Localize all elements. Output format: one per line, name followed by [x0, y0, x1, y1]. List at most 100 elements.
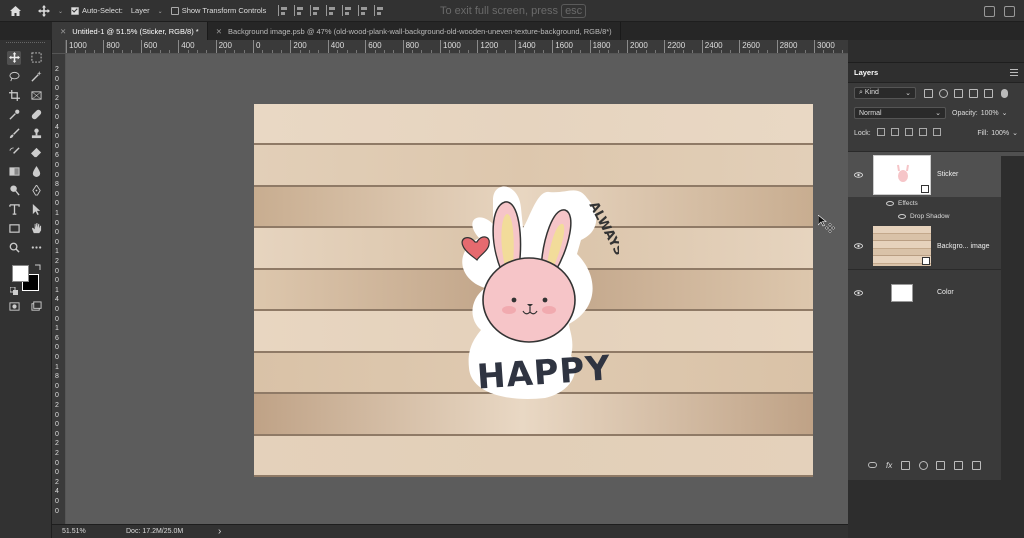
ruler-minor-tick	[94, 50, 96, 53]
foreground-color-swatch[interactable]	[12, 265, 29, 282]
tab-background-image[interactable]: ✕ Background image.psb @ 47% (old-wood-p…	[208, 22, 621, 40]
status-menu-arrow[interactable]: ›	[218, 526, 221, 537]
dodge-tool[interactable]	[7, 184, 21, 198]
path-selection-tool[interactable]	[30, 203, 44, 217]
vertical-ruler[interactable]: 2002004006008001000120014001600180020002…	[52, 54, 66, 524]
screen-mode-button[interactable]	[30, 300, 44, 314]
layers-panel-title[interactable]: Layers	[854, 68, 878, 77]
layer-name[interactable]: Color	[937, 289, 954, 296]
layer-effects-row[interactable]: Effects	[848, 197, 1024, 210]
chevron-down-icon[interactable]: ⌄	[1012, 129, 1018, 137]
layer-name[interactable]: Sticker	[937, 171, 958, 178]
more-tools[interactable]	[30, 241, 44, 255]
layer-color[interactable]: Color	[848, 269, 1024, 315]
type-filter-icon[interactable]	[954, 88, 963, 98]
show-transform-checkbox[interactable]: Show Transform Controls	[170, 6, 266, 15]
type-tool[interactable]	[7, 203, 21, 217]
eraser-tool[interactable]	[30, 146, 44, 160]
adjustment-layer-icon[interactable]	[918, 460, 928, 470]
blend-mode-select[interactable]: Normal ⌄	[854, 107, 946, 119]
lock-artboard-icon[interactable]	[918, 128, 927, 136]
eyedropper-tool[interactable]	[7, 108, 21, 122]
bunny-sticker[interactable]: ALWAYS HAPPY	[449, 180, 619, 405]
align-bottom-icon[interactable]	[358, 5, 369, 16]
visibility-eye-icon[interactable]	[848, 289, 868, 296]
blur-tool[interactable]	[30, 165, 44, 179]
panel-scrollbar[interactable]	[1001, 156, 1024, 480]
new-group-icon[interactable]	[936, 460, 946, 470]
pen-tool[interactable]	[30, 184, 44, 198]
history-brush-icon	[9, 147, 20, 154]
history-brush-tool[interactable]	[7, 146, 21, 160]
ruler-label: 4	[55, 488, 59, 496]
layer-name[interactable]: Backgro... image	[937, 243, 990, 250]
visibility-eye-icon[interactable]	[898, 214, 906, 219]
align-center-icon[interactable]	[294, 5, 305, 16]
auto-select-target-dropdown[interactable]: Layer ⌄	[131, 6, 163, 15]
crop-tool[interactable]	[7, 89, 21, 103]
ruler-minor-tick	[533, 50, 535, 53]
align-middle-icon[interactable]	[342, 5, 353, 16]
link-layers-icon[interactable]	[868, 462, 878, 468]
align-top-icon[interactable]	[326, 5, 337, 16]
frame-tool[interactable]	[30, 89, 44, 103]
drop-shadow-effect-row[interactable]: Drop Shadow	[848, 210, 1024, 223]
brush-tool[interactable]	[7, 127, 21, 141]
magic-wand-tool[interactable]	[30, 70, 44, 84]
close-icon[interactable]: ✕	[60, 27, 66, 36]
lock-pixels-icon[interactable]	[890, 128, 899, 136]
healing-brush-tool[interactable]	[30, 108, 44, 122]
tab-untitled-1[interactable]: ✕ Untitled-1 @ 51.5% (Sticker, RGB/8) *	[52, 22, 208, 40]
pixel-filter-icon[interactable]	[924, 88, 933, 98]
lock-position-icon[interactable]	[904, 128, 913, 136]
home-button[interactable]	[0, 0, 30, 22]
document-canvas[interactable]: ALWAYS HAPPY	[254, 104, 813, 477]
align-left-icon[interactable]	[278, 5, 289, 16]
quick-mask-button[interactable]	[7, 300, 21, 314]
rectangle-tool[interactable]	[7, 222, 21, 236]
canvas-area[interactable]: ALWAYS HAPPY	[66, 54, 848, 524]
zoom-level[interactable]: 51.51%	[62, 528, 122, 535]
lock-transparent-icon[interactable]	[876, 128, 885, 136]
distribute-icon[interactable]	[374, 5, 385, 16]
layer-background-image[interactable]: Backgro... image	[848, 223, 1024, 269]
add-layer-style-button[interactable]: fx	[886, 461, 892, 470]
chevron-down-icon[interactable]: ⌄	[1002, 109, 1008, 117]
search-icon[interactable]	[984, 5, 995, 17]
auto-select-checkbox[interactable]: Auto-Select:	[71, 6, 123, 15]
stamp-tool[interactable]	[30, 127, 44, 141]
filter-toggle[interactable]	[1001, 88, 1008, 98]
lasso-tool[interactable]	[7, 70, 21, 84]
move-tool[interactable]	[7, 50, 22, 65]
horizontal-ruler[interactable]: 1000 800 600 400 200 0 200 400 600 800 1000 1200 140…	[66, 40, 848, 54]
opacity-value[interactable]: 100%	[981, 110, 999, 117]
layer-kind-filter[interactable]: ⌕ Kind ⌄	[854, 87, 916, 99]
shape-filter-icon[interactable]	[969, 88, 978, 98]
new-layer-icon[interactable]	[953, 460, 963, 470]
lock-all-icon[interactable]	[932, 128, 941, 136]
visibility-eye-icon[interactable]	[848, 171, 868, 178]
adjustment-filter-icon[interactable]	[939, 88, 948, 98]
marquee-tool[interactable]	[30, 51, 44, 65]
smart-object-filter-icon[interactable]	[984, 88, 993, 98]
ruler-label: 0	[55, 104, 59, 112]
add-mask-icon[interactable]	[900, 460, 910, 470]
swap-colors-icon[interactable]	[34, 263, 42, 271]
crop-icon	[8, 90, 20, 101]
ruler-label: 8	[55, 181, 59, 189]
zoom-tool[interactable]	[7, 241, 21, 255]
hand-tool[interactable]	[30, 222, 44, 236]
visibility-eye-icon[interactable]	[848, 243, 868, 249]
close-icon[interactable]: ✕	[216, 27, 222, 36]
visibility-eye-icon[interactable]	[886, 201, 894, 206]
panel-menu-icon[interactable]	[1010, 69, 1018, 76]
fill-value[interactable]: 100%	[991, 130, 1009, 137]
move-tool-preset[interactable]: ⌄	[38, 4, 63, 17]
trash-icon[interactable]	[971, 460, 981, 470]
align-right-icon[interactable]	[310, 5, 321, 16]
layer-sticker[interactable]: Sticker fx ⌃	[848, 151, 1024, 197]
gradient-tool[interactable]	[7, 165, 21, 179]
workspace-icon[interactable]	[1004, 5, 1015, 17]
toolbar-grip[interactable]	[6, 42, 45, 46]
default-colors-icon[interactable]	[10, 287, 18, 295]
